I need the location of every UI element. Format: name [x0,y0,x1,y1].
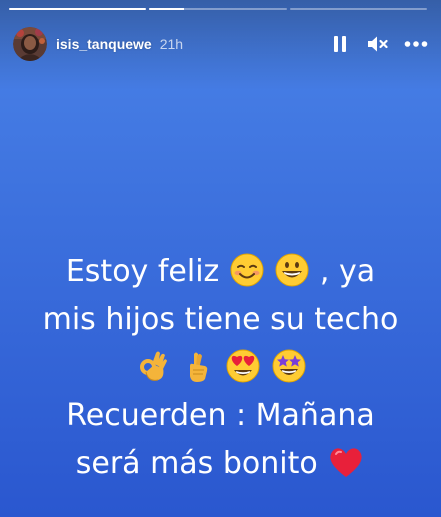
star-struck-emoji [271,348,307,384]
heart-eyes-emoji [225,348,261,384]
more-options-button[interactable] [404,32,428,56]
grinning-face-emoji [274,252,310,288]
red-heart-emoji [327,444,365,480]
crossed-fingers-emoji [180,348,216,384]
pause-button[interactable] [328,32,352,56]
story-progress-bar [9,8,427,10]
caption-line-4: Recuerden : Mañana [66,398,375,433]
progress-segment[interactable] [149,8,287,10]
caption-text: será más bonito [75,446,318,481]
username[interactable]: isis_tanquewe [56,36,152,52]
caption-line-2: mis hijos tiene su techo [42,302,399,337]
smiling-face-emoji [229,252,265,288]
more-horizontal-icon [404,40,428,48]
story-viewer[interactable]: isis_tanquewe 21h Estoy feliz , ya mis h… [0,0,441,517]
story-caption: Estoy feliz , ya mis hijos tiene su tech… [0,248,441,488]
caption-text: , ya [319,254,376,289]
caption-line-1: Estoy feliz , ya [0,248,441,296]
avatar[interactable] [13,27,47,61]
story-controls [328,32,428,56]
caption-text: Estoy feliz [65,254,220,289]
progress-segment-fill [9,8,147,10]
progress-segment[interactable] [289,8,427,10]
caption-line-3 [0,344,441,392]
progress-segment[interactable] [9,8,147,10]
mute-button[interactable] [366,32,390,56]
pause-icon [332,35,348,53]
caption-line-5: será más bonito [0,440,441,488]
story-header: isis_tanquewe 21h [13,27,428,61]
ok-hand-emoji [134,348,170,384]
story-timestamp: 21h [159,36,184,52]
progress-segment-fill [149,8,184,10]
speaker-muted-icon [367,35,389,53]
